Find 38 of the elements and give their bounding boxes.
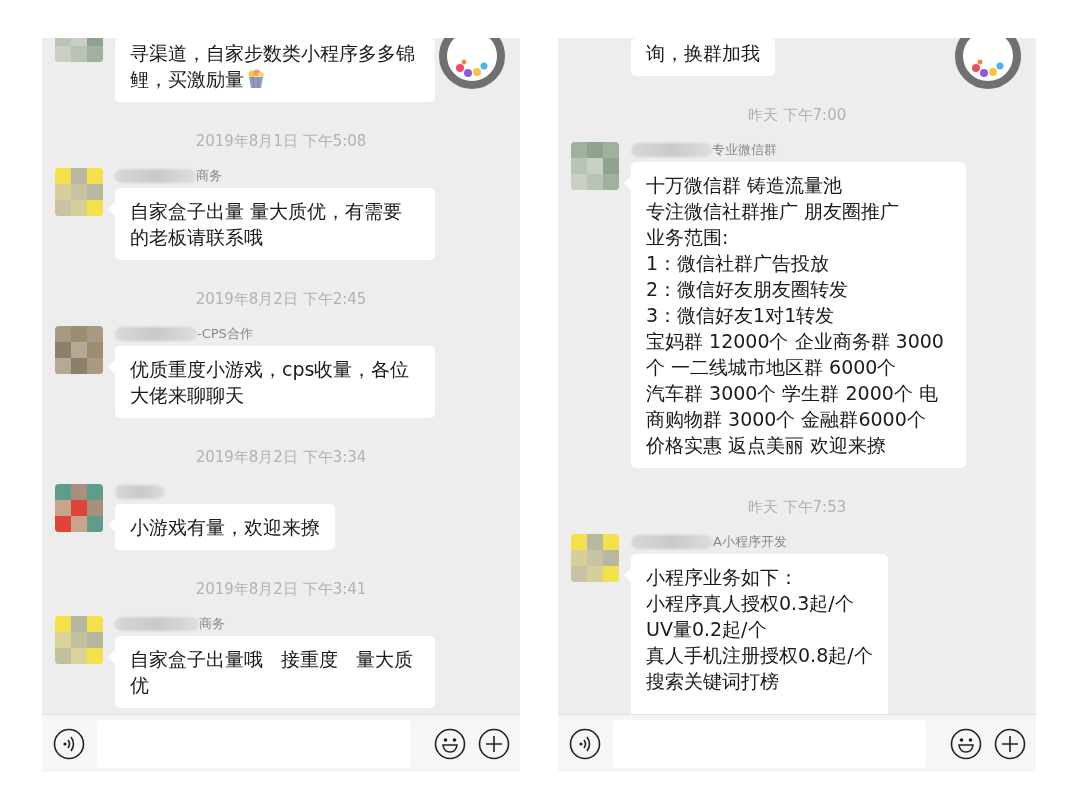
emoji-icon[interactable] xyxy=(950,727,982,760)
message-text: 业务范围: xyxy=(646,225,730,250)
timestamp: 2019年8月2日 下午3:41 xyxy=(195,580,367,598)
message-text: 十万微信群 铸造流量池 xyxy=(646,173,844,198)
timestamp: 2019年8月1日 下午5:08 xyxy=(195,132,367,150)
message-text: 自家盒子出量 量大质优，有需要的老板请联系哦 xyxy=(130,199,404,250)
message-text: 1：微信社群广告投放 xyxy=(646,251,831,276)
message-text: 自家盒子出量哦 接重度 量大质优 xyxy=(130,647,415,698)
sender-name: -CPS合作 xyxy=(197,325,253,343)
emoji-icon[interactable] xyxy=(434,727,466,760)
sender-name: 专业微信群 xyxy=(712,141,777,159)
timestamp: 2019年8月2日 下午3:34 xyxy=(195,448,367,466)
voice-icon[interactable] xyxy=(53,727,85,760)
message-text: 小游戏有量，欢迎来撩 xyxy=(130,515,320,540)
add-icon[interactable] xyxy=(994,727,1026,760)
add-icon[interactable] xyxy=(478,727,510,760)
message-text: 询，换群加我 xyxy=(646,41,760,66)
message-text: 2：微信好友朋友圈转发 xyxy=(646,277,850,302)
timestamp: 昨天 下午7:00 xyxy=(747,106,847,124)
sender-name: 商务 xyxy=(196,167,222,185)
message-text: 搜索关键词打榜 xyxy=(646,669,780,694)
message-text: 价格实惠 返点美丽 欢迎来撩 xyxy=(646,433,888,458)
message-text: 宝妈群 12000个 企业商务群 3000个 一二线城市地区群 6000个 xyxy=(646,329,945,380)
sender-name: 商务 xyxy=(199,615,225,633)
timestamp: 2019年8月2日 下午2:45 xyxy=(195,290,367,308)
message-text: UV量0.2起/个 xyxy=(646,617,768,642)
redaction-bar xyxy=(115,485,165,499)
sender-name: A小程序开发 xyxy=(713,533,787,551)
message-text: 小程序业务如下： xyxy=(646,565,799,590)
message-text: 小程序真人授权0.3起/个 xyxy=(646,591,855,616)
message-text: 寻渠道，自家步数类小程序多多锦鲤，买激励量 xyxy=(130,41,416,92)
message-text: 真人手机注册授权0.8起/个 xyxy=(646,643,873,668)
message-text: 优质重度小游戏，cps收量，各位大佬来聊聊天 xyxy=(130,357,411,408)
timestamp: 昨天 下午7:53 xyxy=(747,498,847,516)
voice-icon[interactable] xyxy=(569,727,601,760)
message-text: 专注微信社群推广 朋友圈推广 xyxy=(646,199,901,224)
message-text: 汽车群 3000个 学生群 2000个 电商购物群 3000个 金融群6000个 xyxy=(646,381,939,432)
message-text: 3：微信好友1对1转发 xyxy=(646,303,836,328)
